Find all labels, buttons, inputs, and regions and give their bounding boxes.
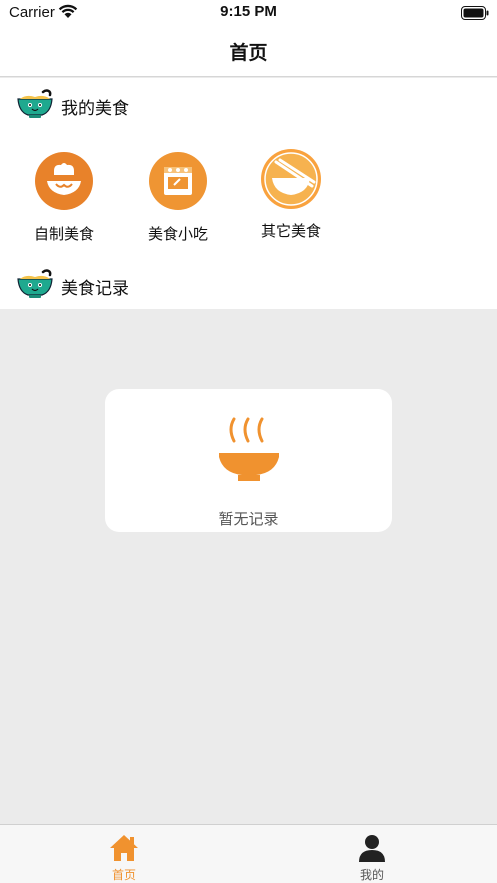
category-label: 自制美食 (33, 225, 94, 243)
navigation-bar: 首页 (0, 26, 497, 77)
food-stall-icon (148, 151, 208, 211)
tab-bar: 首页 我的 (0, 824, 497, 883)
section-header-records: 美食记录 (0, 264, 497, 304)
bowl-chopsticks-icon (260, 148, 322, 210)
category-homemade-button[interactable]: 自制美食 (19, 151, 109, 244)
steaming-bowl-icon (218, 417, 280, 487)
status-bar: Carrier 9:15 PM (0, 0, 497, 26)
home-icon (109, 833, 139, 867)
chef-hat-icon (34, 151, 94, 211)
empty-state-text: 暂无记录 (218, 510, 279, 528)
section-title: 我的美食 (61, 99, 129, 119)
teal-bowl-icon (16, 268, 54, 304)
tab-profile[interactable]: 我的 (312, 825, 432, 883)
tab-home[interactable]: 首页 (64, 825, 184, 883)
status-time: 9:15 PM (220, 3, 277, 20)
page-title: 首页 (229, 42, 268, 64)
category-label: 美食小吃 (147, 225, 208, 243)
category-label: 其它美食 (260, 222, 321, 240)
tab-label: 首页 (111, 868, 136, 882)
section-title: 美食记录 (61, 279, 129, 299)
battery-icon (461, 6, 489, 25)
category-snacks-button[interactable]: 美食小吃 (133, 151, 223, 244)
category-other-button[interactable]: 其它美食 (246, 148, 336, 241)
content-area: 我的美食 自制美食 美食小吃 其它美食 美食记录 (0, 78, 497, 309)
empty-state-card: 暂无记录 (105, 389, 392, 532)
person-icon (357, 833, 387, 867)
teal-bowl-icon (16, 88, 54, 124)
section-header-my-food: 我的美食 (0, 84, 497, 124)
tab-label: 我的 (359, 868, 384, 882)
